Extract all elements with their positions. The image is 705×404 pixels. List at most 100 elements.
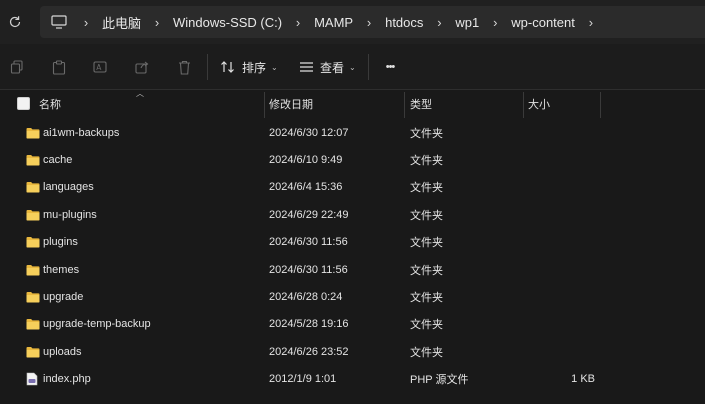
view-button[interactable]: 查看 ⌄ bbox=[299, 56, 359, 78]
chevron-right-icon[interactable]: › bbox=[579, 15, 603, 30]
folder-icon bbox=[26, 229, 40, 256]
address-row: › 此电脑 › Windows-SSD (C:) › MAMP › htdocs… bbox=[0, 0, 705, 44]
sort-button[interactable]: 排序 ⌄ bbox=[220, 56, 280, 78]
chevron-right-icon[interactable]: › bbox=[427, 15, 451, 30]
folder-icon bbox=[26, 119, 40, 146]
file-type: 文件夹 bbox=[410, 209, 443, 222]
file-row[interactable]: upgrade-temp-backup 2024/5/28 19:16 文件夹 bbox=[0, 311, 705, 338]
column-header-size[interactable]: 大小 bbox=[528, 90, 550, 118]
file-size bbox=[500, 283, 595, 310]
file-row[interactable]: plugins 2024/6/30 11:56 文件夹 bbox=[0, 229, 705, 256]
file-size bbox=[500, 174, 595, 201]
chevron-down-icon: ⌄ bbox=[349, 62, 356, 72]
file-size bbox=[500, 201, 595, 228]
file-size bbox=[500, 146, 595, 173]
folder-icon bbox=[26, 311, 40, 338]
share-button[interactable] bbox=[131, 56, 153, 78]
file-row[interactable]: index.php 2012/1/9 1:01 PHP 源文件 1 KB bbox=[0, 366, 705, 393]
file-name: mu-plugins bbox=[43, 208, 97, 221]
file-type: 文件夹 bbox=[410, 182, 443, 195]
folder-icon bbox=[26, 174, 40, 201]
folder-icon bbox=[26, 338, 40, 365]
file-name: cache bbox=[43, 154, 73, 167]
file-date: 2024/6/4 15:36 bbox=[269, 181, 343, 194]
file-explorer-window: › 此电脑 › Windows-SSD (C:) › MAMP › htdocs… bbox=[0, 0, 705, 404]
file-type: 文件夹 bbox=[410, 292, 443, 305]
chevron-right-icon: › bbox=[83, 14, 89, 30]
toolbar-divider bbox=[368, 54, 369, 80]
breadcrumb-wp-content[interactable]: wp-content bbox=[507, 15, 579, 30]
file-name: index.php bbox=[43, 373, 91, 386]
file-row[interactable]: uploads 2024/6/26 23:52 文件夹 bbox=[0, 338, 705, 365]
column-header-date[interactable]: 修改日期 bbox=[269, 90, 313, 118]
more-options-button[interactable]: ••• bbox=[378, 56, 402, 78]
file-type: 文件夹 bbox=[410, 155, 443, 168]
breadcrumb-htdocs[interactable]: htdocs bbox=[381, 15, 427, 30]
column-divider[interactable] bbox=[404, 92, 405, 118]
select-all-checkbox[interactable] bbox=[17, 97, 30, 110]
column-header-type[interactable]: 类型 bbox=[410, 90, 432, 118]
file-size: 1 KB bbox=[571, 373, 595, 386]
share-icon bbox=[134, 61, 148, 74]
chevron-down-icon: ⌄ bbox=[271, 62, 278, 72]
folder-icon bbox=[26, 256, 40, 283]
paste-icon bbox=[52, 59, 66, 75]
address-bar[interactable]: › 此电脑 › Windows-SSD (C:) › MAMP › htdocs… bbox=[40, 6, 705, 38]
sort-label: 排序 bbox=[242, 60, 267, 75]
file-row[interactable]: themes 2024/6/30 11:56 文件夹 bbox=[0, 256, 705, 283]
file-date: 2012/1/9 1:01 bbox=[269, 373, 337, 386]
refresh-button[interactable] bbox=[4, 11, 26, 33]
file-row[interactable]: ai1wm-backups 2024/6/30 12:07 文件夹 bbox=[0, 119, 705, 146]
breadcrumb-wp1[interactable]: wp1 bbox=[451, 15, 483, 30]
file-size bbox=[500, 311, 595, 338]
file-type: 文件夹 bbox=[410, 237, 443, 250]
file-name: plugins bbox=[43, 236, 78, 249]
copy-icon bbox=[10, 60, 23, 74]
file-size bbox=[500, 119, 595, 146]
folder-icon bbox=[26, 283, 40, 310]
column-divider[interactable] bbox=[264, 92, 265, 118]
paste-button[interactable] bbox=[48, 56, 70, 78]
file-type: 文件夹 bbox=[410, 346, 443, 359]
delete-button[interactable] bbox=[173, 56, 195, 78]
sort-ascending-icon: ︿ bbox=[136, 89, 144, 98]
breadcrumb-mamp[interactable]: MAMP bbox=[310, 15, 357, 30]
file-list: ai1wm-backups 2024/6/30 12:07 文件夹 cache 2024… bbox=[0, 119, 705, 393]
file-row[interactable]: mu-plugins 2024/6/29 22:49 文件夹 bbox=[0, 201, 705, 228]
file-type: 文件夹 bbox=[410, 264, 443, 277]
file-row[interactable]: languages 2024/6/4 15:36 文件夹 bbox=[0, 174, 705, 201]
svg-text:A: A bbox=[96, 63, 102, 72]
copy-button[interactable] bbox=[6, 56, 28, 78]
column-divider[interactable] bbox=[523, 92, 524, 118]
command-bar: A 排序 ⌄ 查看 ⌄ ••• bbox=[0, 44, 705, 90]
view-label: 查看 bbox=[320, 60, 345, 75]
column-header-name[interactable]: 名称 bbox=[39, 90, 61, 118]
file-date: 2024/6/30 11:56 bbox=[269, 263, 348, 276]
breadcrumb-this-pc[interactable]: 此电脑 bbox=[98, 13, 145, 32]
toolbar-divider bbox=[207, 54, 208, 80]
file-name: upgrade-temp-backup bbox=[43, 318, 151, 331]
file-name: upgrade bbox=[43, 291, 84, 304]
file-name: ai1wm-backups bbox=[43, 126, 120, 139]
view-list-icon bbox=[300, 62, 313, 72]
file-date: 2024/6/28 0:24 bbox=[269, 291, 343, 304]
chevron-right-icon[interactable]: › bbox=[286, 15, 310, 30]
file-size bbox=[500, 229, 595, 256]
folder-icon bbox=[26, 201, 40, 228]
file-size bbox=[500, 256, 595, 283]
file-size bbox=[500, 338, 595, 365]
sort-icon bbox=[221, 61, 234, 73]
chevron-right-icon[interactable]: › bbox=[483, 15, 507, 30]
file-name: languages bbox=[43, 181, 94, 194]
chevron-right-icon[interactable]: › bbox=[145, 15, 169, 30]
file-name: themes bbox=[43, 263, 80, 276]
file-row[interactable]: upgrade 2024/6/28 0:24 文件夹 bbox=[0, 283, 705, 310]
chevron-right-icon[interactable]: › bbox=[357, 15, 381, 30]
file-type: PHP 源文件 bbox=[410, 374, 469, 387]
rename-button[interactable]: A bbox=[89, 56, 111, 78]
file-date: 2024/6/29 22:49 bbox=[269, 208, 349, 221]
computer-icon bbox=[50, 13, 68, 31]
breadcrumb-drive-c[interactable]: Windows-SSD (C:) bbox=[169, 15, 286, 30]
column-divider[interactable] bbox=[600, 92, 601, 118]
file-row[interactable]: cache 2024/6/10 9:49 文件夹 bbox=[0, 146, 705, 173]
